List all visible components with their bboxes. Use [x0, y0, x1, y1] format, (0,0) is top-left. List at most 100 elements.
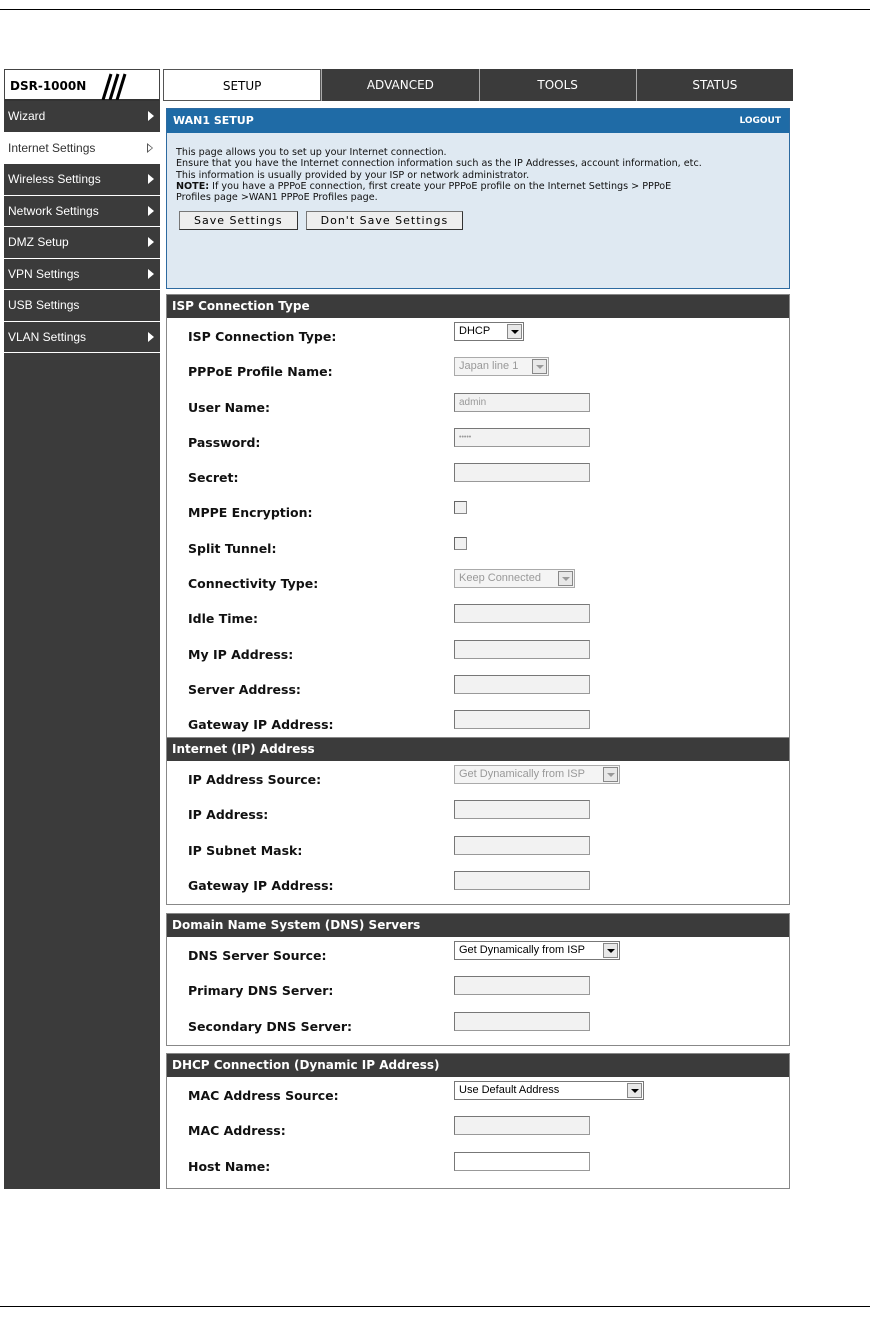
arrow-right-icon — [148, 205, 154, 216]
field-label: Secret: — [188, 470, 239, 486]
note-label: NOTE: — [176, 180, 210, 192]
sidebar-item-usb-settings[interactable]: USB Settings — [4, 290, 160, 322]
field-label: Password: — [188, 434, 261, 450]
chevron-down-icon — [507, 324, 522, 339]
gateway-ip-input[interactable] — [454, 710, 590, 730]
password-input[interactable]: ••••• — [454, 427, 590, 447]
chevron-down-icon — [603, 767, 618, 782]
split-tunnel-checkbox[interactable] — [454, 536, 467, 550]
field-label: MAC Address: — [188, 1123, 286, 1139]
chevron-down-icon — [603, 943, 618, 958]
secret-input[interactable] — [454, 463, 590, 483]
select-value: Get Dynamically from ISP — [459, 944, 585, 956]
field-label: Connectivity Type: — [188, 576, 319, 592]
wan-setup-panel: WAN1 SETUP LOGOUT This page allows you t… — [166, 108, 790, 289]
ip-address-row: IP Address: — [167, 796, 789, 831]
description-line: This page allows you to set up your Inte… — [176, 147, 447, 158]
sidebar-item-wireless-settings[interactable]: Wireless Settings — [4, 164, 160, 196]
logout-link[interactable]: LOGOUT — [739, 109, 781, 133]
wan-setup-header: WAN1 SETUP LOGOUT — [167, 109, 789, 133]
page-bottom-rule — [0, 1306, 870, 1307]
ip-address-input[interactable] — [454, 800, 590, 820]
field-label: Host Name: — [188, 1158, 271, 1174]
section-title: Domain Name System (DNS) Servers — [167, 914, 789, 937]
split-tunnel-row: Split Tunnel: — [167, 530, 789, 565]
sidebar-item-wizard[interactable]: Wizard — [4, 101, 160, 133]
tab-advanced[interactable]: ADVANCED — [321, 69, 479, 101]
secondary-dns-row: Secondary DNS Server: — [167, 1008, 789, 1043]
sidebar-item-network-settings[interactable]: Network Settings — [4, 196, 160, 227]
chevron-down-icon — [627, 1083, 642, 1098]
field-label: My IP Address: — [188, 646, 294, 662]
mppe-encryption-row: MPPE Encryption: — [167, 494, 789, 529]
field-label: IP Subnet Mask: — [188, 842, 303, 858]
select-value: Use Default Address — [459, 1084, 560, 1096]
my-ip-address-input[interactable] — [454, 639, 590, 659]
brand-logo: DSR-1000N — [4, 69, 160, 101]
field-label: Split Tunnel: — [188, 540, 277, 556]
primary-dns-row: Primary DNS Server: — [167, 972, 789, 1007]
arrow-right-icon — [148, 268, 154, 279]
user-name-row: User Name: admin — [167, 389, 789, 424]
arrow-right-outline-icon — [147, 142, 153, 153]
user-name-input[interactable]: admin — [454, 392, 590, 412]
page-description: This page allows you to set up your Inte… — [167, 133, 789, 203]
server-address-input[interactable] — [454, 674, 590, 694]
sidebar-item-vlan-settings[interactable]: VLAN Settings — [4, 322, 160, 353]
note-text: If you have a PPPoE connection, first cr… — [209, 180, 672, 192]
sidebar: Wizard Internet Settings Wireless Settin… — [4, 101, 160, 1189]
sidebar-item-label: Internet Settings — [8, 140, 96, 155]
ip-subnet-mask-input[interactable] — [454, 835, 590, 855]
section-title: ISP Connection Type — [167, 295, 789, 318]
dont-save-settings-button[interactable]: Don't Save Settings — [305, 211, 464, 231]
field-label: Server Address: — [188, 681, 301, 697]
action-buttons: Save Settings Don't Save Settings — [167, 203, 789, 231]
sidebar-item-label: Network Settings — [8, 203, 99, 218]
internet-gateway-ip-input[interactable] — [454, 870, 590, 890]
isp-connection-type-select[interactable]: DHCP — [454, 322, 524, 341]
sidebar-item-label: Wizard — [8, 109, 46, 123]
field-label: PPPoE Profile Name: — [188, 364, 333, 380]
field-label: Gateway IP Address: — [188, 717, 334, 733]
isp-connection-section: ISP Connection Type ISP Connection Type:… — [166, 294, 790, 740]
my-ip-address-row: My IP Address: — [167, 636, 789, 671]
connectivity-type-row: Connectivity Type: Keep Connected — [167, 565, 789, 600]
pppoe-profile-select[interactable]: Japan line 1 — [454, 357, 549, 377]
mac-address-row: MAC Address: — [167, 1112, 789, 1147]
field-label: MAC Address Source: — [188, 1088, 339, 1103]
field-label: DNS Server Source: — [188, 948, 327, 963]
mac-address-input[interactable] — [454, 1116, 590, 1136]
field-label: MPPE Encryption: — [188, 505, 313, 521]
mac-address-source-select[interactable]: Use Default Address — [454, 1081, 644, 1100]
section-title: Internet (IP) Address — [167, 738, 789, 761]
idle-time-input[interactable] — [454, 604, 590, 624]
primary-dns-input[interactable] — [454, 976, 590, 996]
field-label: IP Address: — [188, 807, 269, 823]
sidebar-item-label: Wireless Settings — [8, 172, 101, 186]
tab-status[interactable]: STATUS — [635, 69, 793, 101]
sidebar-item-label: USB Settings — [8, 298, 80, 312]
pppoe-profile-row: PPPoE Profile Name: Japan line 1 — [167, 353, 789, 388]
ip-address-source-row: IP Address Source: Get Dynamically from … — [167, 761, 789, 796]
secondary-dns-input[interactable] — [454, 1011, 590, 1031]
internet-gateway-ip-row: Gateway IP Address: — [167, 867, 789, 902]
save-settings-button[interactable]: Save Settings — [179, 211, 298, 231]
sidebar-item-internet-settings[interactable]: Internet Settings — [4, 132, 160, 164]
chevron-down-icon — [558, 571, 573, 587]
host-name-input[interactable] — [454, 1151, 590, 1171]
tab-tools[interactable]: TOOLS — [478, 69, 636, 101]
description-line: This information is usually provided by … — [176, 169, 530, 181]
sidebar-item-vpn-settings[interactable]: VPN Settings — [4, 259, 160, 290]
ip-subnet-mask-row: IP Subnet Mask: — [167, 832, 789, 867]
select-value: Japan line 1 — [459, 360, 519, 373]
description-line: Ensure that you have the Internet connec… — [176, 158, 702, 170]
field-label: Gateway IP Address: — [188, 877, 334, 893]
mppe-encryption-checkbox[interactable] — [454, 501, 467, 515]
ip-address-source-select[interactable]: Get Dynamically from ISP — [454, 765, 620, 784]
sidebar-item-label: VLAN Settings — [8, 329, 87, 344]
sidebar-item-dmz-setup[interactable]: DMZ Setup — [4, 227, 160, 259]
dns-source-select[interactable]: Get Dynamically from ISP — [454, 941, 620, 960]
connectivity-type-select[interactable]: Keep Connected — [454, 569, 575, 589]
tab-setup[interactable]: SETUP — [163, 69, 322, 101]
main-tabs: SETUP ADVANCED TOOLS STATUS — [163, 69, 793, 101]
